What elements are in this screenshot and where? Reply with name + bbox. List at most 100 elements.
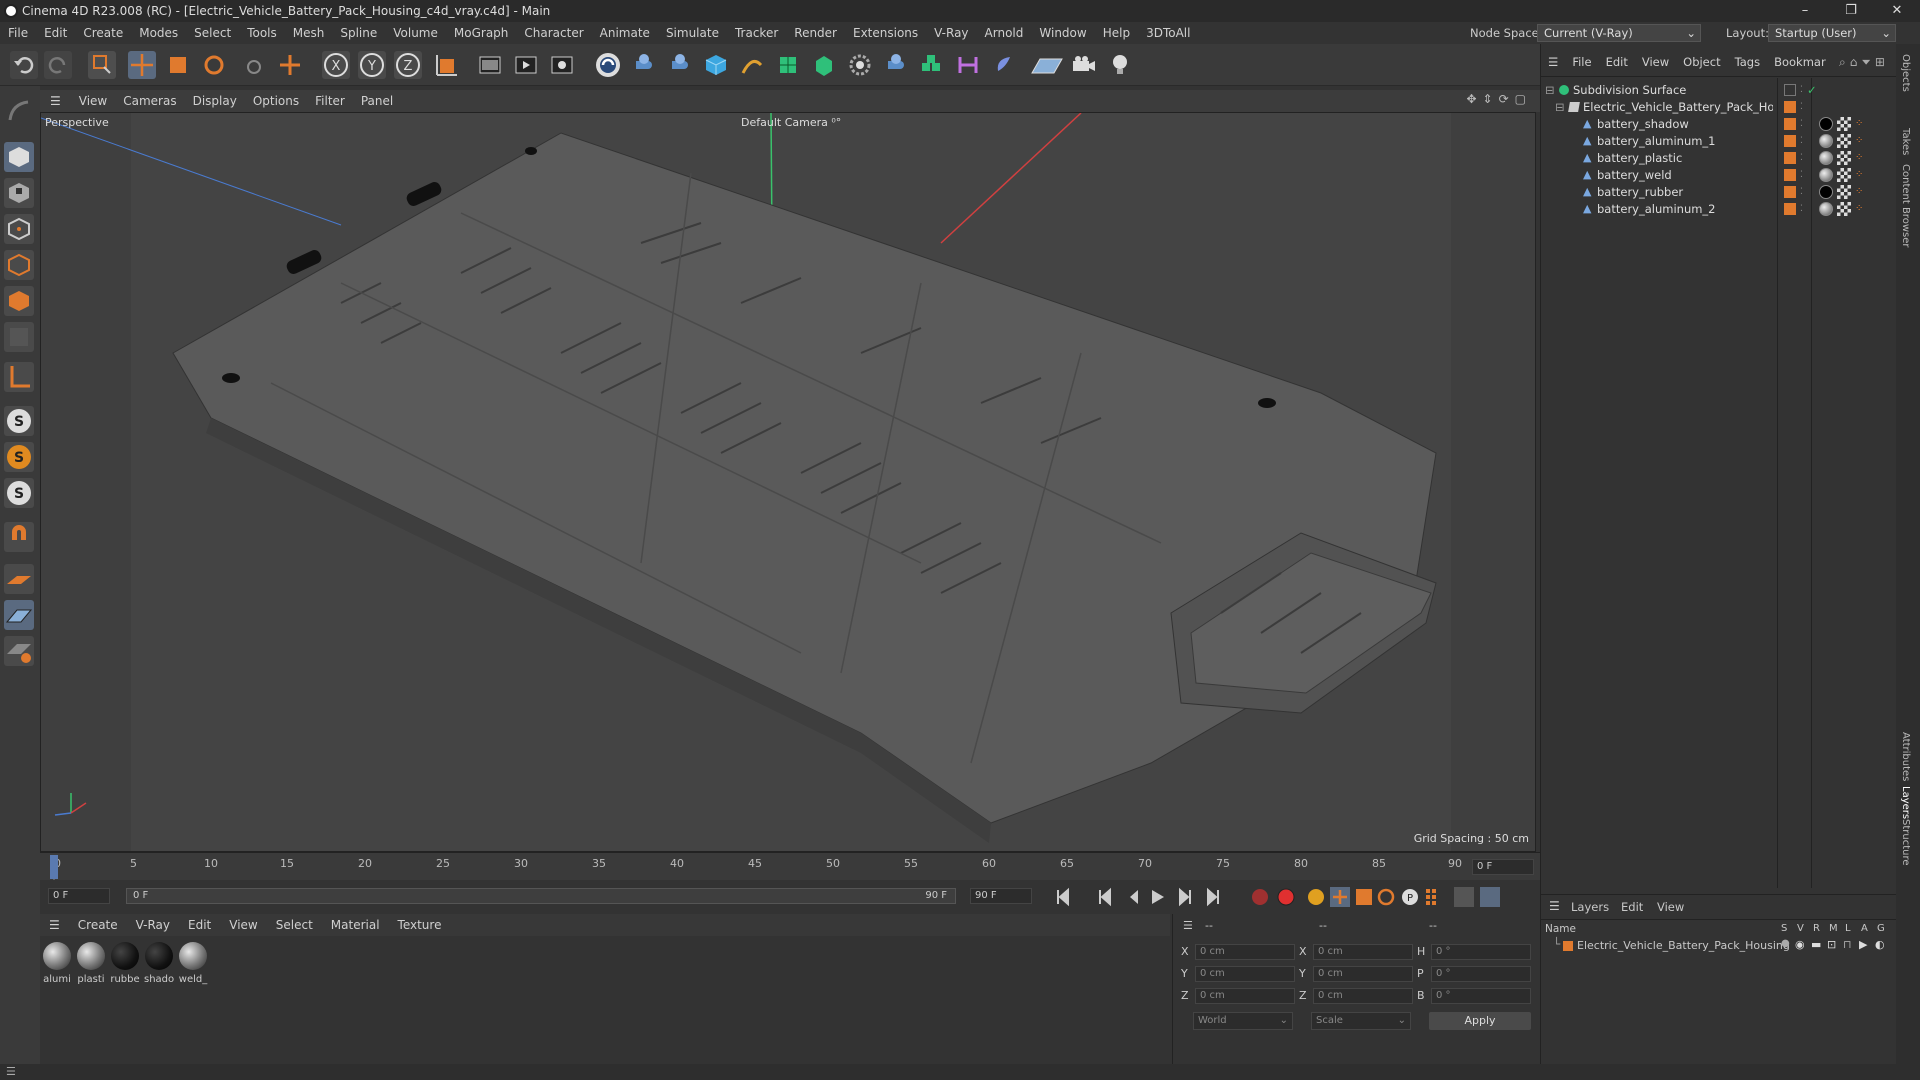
material-menu-vray[interactable]: V-Ray	[127, 918, 179, 932]
position-z-field[interactable]: 0 cm	[1195, 988, 1295, 1004]
y-axis-lock-icon[interactable]: Y	[358, 51, 386, 79]
material-tag-icon[interactable]	[1819, 202, 1833, 216]
layer-checkbox[interactable]	[1784, 84, 1796, 96]
material-swatch[interactable]: rubbe	[110, 942, 140, 992]
render-camera-icon[interactable]: ▬	[1811, 938, 1821, 951]
uvw-tag-icon[interactable]	[1837, 117, 1851, 131]
animation-play-icon[interactable]: ▶	[1859, 938, 1867, 951]
menu-edit[interactable]: Edit	[36, 26, 75, 40]
rotation-b-field[interactable]: 0 °	[1431, 988, 1531, 1004]
vray-snap-3-icon[interactable]: S	[4, 478, 34, 508]
uvw-tag-icon[interactable]	[1837, 151, 1851, 165]
current-frame-field[interactable]: 0 F	[48, 888, 110, 904]
tab-takes[interactable]: Takes	[1900, 128, 1911, 155]
size-z-field[interactable]: 0 cm	[1313, 988, 1413, 1004]
layer-color-swatch[interactable]	[1784, 186, 1796, 198]
menu-mograph[interactable]: MoGraph	[446, 26, 517, 40]
python-script-2-icon[interactable]	[666, 51, 694, 79]
timeline-ruler[interactable]: 0 5 10 15 20 25 30 35 40 45 50 55 60 65 …	[40, 852, 1540, 880]
layers-menu-edit[interactable]: Edit	[1621, 900, 1643, 914]
tab-structure[interactable]: Structure	[1900, 819, 1911, 866]
menu-arnold[interactable]: Arnold	[977, 26, 1032, 40]
phong-tag-icon[interactable]: ⁘	[1855, 199, 1863, 219]
render-to-picture-viewer-icon[interactable]	[512, 51, 540, 79]
size-mode-select[interactable]: Scale ⌄	[1311, 1012, 1411, 1030]
material-menu-create[interactable]: Create	[69, 918, 127, 932]
menu-extensions[interactable]: Extensions	[845, 26, 926, 40]
polygons-mode-icon[interactable]	[4, 286, 34, 316]
3d-viewport[interactable]: Perspective Default Camera ⁰° Grid Spaci…	[40, 112, 1536, 852]
menu-window[interactable]: Window	[1031, 26, 1094, 40]
position-y-field[interactable]: 0 cm	[1195, 966, 1295, 982]
menu-vray[interactable]: V-Ray	[926, 26, 976, 40]
uvw-tag-icon[interactable]	[1837, 202, 1851, 216]
tab-layers[interactable]: Layers	[1900, 786, 1911, 819]
object-menu-bookmarks[interactable]: Bookmar	[1767, 55, 1833, 69]
move-tool-icon[interactable]	[128, 51, 156, 79]
hamburger-icon[interactable]: ☰	[1183, 919, 1193, 932]
cube-primitive-icon[interactable]	[702, 51, 730, 79]
material-menu-material[interactable]: Material	[322, 918, 389, 932]
viewport-menu-view[interactable]: View	[71, 94, 115, 108]
layer-color-swatch[interactable]	[1563, 941, 1573, 951]
manager-icon[interactable]: ⊡	[1827, 938, 1836, 951]
make-editable-icon[interactable]	[4, 96, 34, 126]
redo-icon[interactable]	[44, 51, 72, 79]
field-icon[interactable]	[954, 51, 982, 79]
scale-tool-icon[interactable]	[164, 51, 192, 79]
layer-color-swatch[interactable]	[1784, 101, 1796, 113]
viewport-menu-filter[interactable]: Filter	[307, 94, 353, 108]
menu-modes[interactable]: Modes	[131, 26, 186, 40]
deformer-icon[interactable]	[918, 51, 946, 79]
edges-mode-icon[interactable]	[4, 250, 34, 280]
scene-icon[interactable]	[990, 51, 1018, 79]
material-swatch[interactable]: shado	[144, 942, 174, 992]
subdivision-surface-icon[interactable]	[774, 51, 802, 79]
object-toolbar-icons[interactable]: ⌕⌂⏷⊞	[1839, 55, 1889, 70]
vray-snap-1-icon[interactable]: S	[4, 406, 34, 436]
hamburger-icon[interactable]: ☰	[1549, 899, 1560, 913]
generator-icon[interactable]: ◐	[1875, 938, 1885, 951]
viewport-nav-icons[interactable]: ✥⇕⟳▢	[1466, 92, 1532, 106]
menu-select[interactable]: Select	[186, 26, 239, 40]
playhead[interactable]	[50, 855, 58, 879]
material-menu-texture[interactable]: Texture	[389, 918, 451, 932]
menu-create[interactable]: Create	[75, 26, 131, 40]
camera-icon[interactable]	[1070, 51, 1098, 79]
eye-icon[interactable]: ◉	[1795, 938, 1805, 951]
coordinate-system-icon[interactable]	[432, 51, 460, 79]
live-selection-icon[interactable]	[88, 51, 116, 79]
vray-snap-2-icon[interactable]: S	[4, 442, 34, 472]
max-frame-field[interactable]: 90 F	[970, 888, 1032, 904]
layout-select[interactable]: Startup (User) ⌄	[1768, 24, 1896, 42]
python-script-icon[interactable]	[630, 51, 658, 79]
viewport-menu-cameras[interactable]: Cameras	[115, 94, 184, 108]
lock-icon[interactable]: ⊓	[1843, 938, 1852, 951]
size-y-field[interactable]: 0 cm	[1313, 966, 1413, 982]
render-view-icon[interactable]	[476, 51, 504, 79]
snap-magnet-icon[interactable]	[4, 522, 34, 552]
material-swatch[interactable]: alumi	[42, 942, 72, 992]
material-tag-icon[interactable]	[1819, 185, 1833, 199]
apply-button[interactable]: Apply	[1429, 1012, 1531, 1030]
extrude-generator-icon[interactable]	[810, 51, 838, 79]
uvw-tag-icon[interactable]	[1837, 185, 1851, 199]
material-tag-icon[interactable]	[1819, 168, 1833, 182]
material-menu-view[interactable]: View	[220, 918, 266, 932]
close-button[interactable]: ✕	[1874, 0, 1920, 22]
menu-help[interactable]: Help	[1095, 26, 1138, 40]
node-space-select[interactable]: Current (V-Ray) ⌄	[1537, 24, 1701, 42]
menu-simulate[interactable]: Simulate	[658, 26, 727, 40]
menu-3dtoall[interactable]: 3DToAll	[1138, 26, 1198, 40]
uvw-tag-icon[interactable]	[1837, 134, 1851, 148]
spline-pen-icon[interactable]	[738, 51, 766, 79]
menu-render[interactable]: Render	[786, 26, 845, 40]
restore-button[interactable]: ❐	[1828, 0, 1874, 22]
tab-content-browser[interactable]: Content Browser	[1900, 164, 1911, 247]
enable-axis-icon[interactable]	[4, 362, 34, 392]
coordinate-space-select[interactable]: World ⌄	[1193, 1012, 1293, 1030]
layer-color-swatch[interactable]	[1784, 169, 1796, 181]
uv-mode-icon[interactable]	[4, 322, 34, 352]
material-tag-icon[interactable]	[1819, 151, 1833, 165]
size-x-field[interactable]: 0 cm	[1313, 944, 1413, 960]
